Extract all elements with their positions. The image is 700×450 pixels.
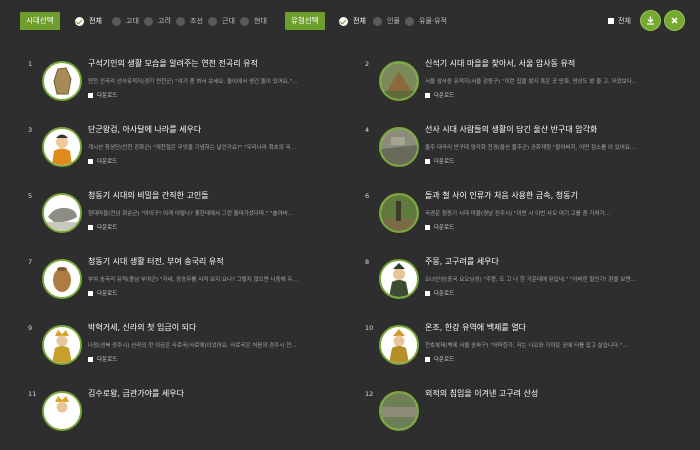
radio-icon bbox=[405, 16, 414, 26]
checkbox-icon bbox=[425, 224, 430, 230]
radio-icon bbox=[240, 16, 249, 26]
list-item[interactable]: 9 박혁거세, 신라의 첫 임금이 되다 나정(경북 경주시) 신라의 첫 이금… bbox=[28, 322, 358, 384]
download-checkbox[interactable]: 다운로드 bbox=[88, 223, 117, 231]
thumbnail-stone-tool bbox=[42, 61, 82, 101]
list-item[interactable]: 3 단군왕검, 아사달에 나라를 세우다 개시산 참성단(인천 강화군) "개천… bbox=[28, 124, 358, 186]
checkbox-icon bbox=[425, 290, 430, 296]
download-icon bbox=[647, 16, 654, 25]
era-option-joseon[interactable]: 조선 bbox=[176, 16, 203, 26]
radio-icon bbox=[208, 16, 217, 26]
thumbnail-dolmen bbox=[42, 193, 82, 233]
era-option-ancient[interactable]: 고대 bbox=[112, 16, 139, 26]
era-option-all[interactable]: 전체 bbox=[75, 16, 102, 26]
radio-icon bbox=[176, 16, 185, 26]
list-item[interactable]: 6 돌과 철 사이 인류가 처음 사용한 금속, 청동기 국경운 청동기 시대 … bbox=[365, 190, 695, 252]
select-all-checkbox[interactable]: 전체 bbox=[608, 16, 631, 26]
download-checkbox[interactable]: 다운로드 bbox=[425, 157, 454, 165]
download-checkbox[interactable]: 다운로드 bbox=[88, 355, 117, 363]
download-checkbox[interactable]: 다운로드 bbox=[425, 289, 454, 297]
radio-icon bbox=[75, 16, 84, 26]
era-option-goryeo[interactable]: 고려 bbox=[144, 16, 171, 26]
checkbox-icon bbox=[88, 356, 93, 362]
list-item[interactable]: 11 김수로왕, 금관가야를 세우다 bbox=[28, 388, 358, 450]
checkbox-icon bbox=[88, 290, 93, 296]
era-select-chip[interactable]: 시대선택 bbox=[20, 12, 60, 30]
download-checkbox[interactable]: 다운로드 bbox=[425, 91, 454, 99]
checkbox-icon bbox=[88, 158, 93, 164]
checkbox-icon bbox=[425, 158, 430, 164]
list-item[interactable]: 2 신석기 시대 마을을 찾아서, 서울 암사동 유적 서울 암사동 유적지(서… bbox=[365, 58, 695, 120]
download-checkbox[interactable]: 다운로드 bbox=[88, 157, 117, 165]
radio-icon bbox=[112, 16, 121, 26]
checkbox-icon bbox=[88, 92, 93, 98]
checkbox-icon bbox=[425, 356, 430, 362]
list-item[interactable]: 5 청동기 시대의 비밀을 간직한 고인돌 청대마을(전남 화순군) "아이구!… bbox=[28, 190, 358, 252]
close-button[interactable] bbox=[664, 10, 685, 31]
download-checkbox[interactable]: 다운로드 bbox=[425, 223, 454, 231]
download-checkbox[interactable]: 다운로드 bbox=[88, 289, 117, 297]
list-item[interactable]: 7 청동기 시대 생활 터전, 부여 송국리 유적 부여 송국리 유적(충남 부… bbox=[28, 256, 358, 318]
thumbnail-king-silla bbox=[42, 325, 82, 365]
download-checkbox[interactable]: 다운로드 bbox=[88, 91, 117, 99]
list-item[interactable]: 1 구석기인의 생활 모습을 알려주는 연천 전곡리 유적 연천 전곡리 선사유… bbox=[28, 58, 358, 120]
type-option-all[interactable]: 전체 bbox=[339, 16, 366, 26]
type-option-relic[interactable]: 유물·유적 bbox=[405, 16, 447, 26]
download-checkbox[interactable]: 다운로드 bbox=[425, 355, 454, 363]
checkbox-icon bbox=[88, 224, 93, 230]
radio-icon bbox=[373, 16, 382, 26]
type-option-person[interactable]: 인물 bbox=[373, 16, 400, 26]
type-select-chip[interactable]: 유형선택 bbox=[285, 12, 325, 30]
era-option-contemporary[interactable]: 현대 bbox=[240, 16, 267, 26]
checkbox-icon bbox=[608, 18, 614, 24]
close-icon bbox=[671, 17, 678, 24]
thumbnail-onjo bbox=[379, 325, 419, 365]
download-button[interactable] bbox=[640, 10, 661, 31]
list-item[interactable]: 8 주몽, 고구려를 세우다 오녀산성(중국 요오닝성) "주몽, 도 고 나 … bbox=[365, 256, 695, 318]
thumbnail-petroglyph bbox=[379, 127, 419, 167]
thumbnail-kim-suro bbox=[42, 391, 82, 431]
list-item[interactable]: 10 온조, 한강 유역에 백제를 열다 천호복제(백제 서울 송파구) "어떠… bbox=[365, 322, 695, 384]
thumbnail-pottery bbox=[42, 259, 82, 299]
list-item[interactable]: 12 외적의 침입을 이겨낸 고구려 산성 bbox=[365, 388, 695, 450]
thumbnail-hut bbox=[379, 61, 419, 101]
radio-icon bbox=[144, 16, 153, 26]
era-option-modern[interactable]: 근대 bbox=[208, 16, 235, 26]
radio-icon bbox=[339, 16, 348, 26]
list-item[interactable]: 4 선사 시대 사람들의 생활이 담긴 울산 반구대 암각화 울주 대곡리 반구… bbox=[365, 124, 695, 186]
thumbnail-bronze-village bbox=[379, 193, 419, 233]
filter-bar: 시대선택 전체 고대 고려 조선 근대 현대 유형선택 전체 인물 유물·유적 … bbox=[0, 0, 700, 42]
checkbox-icon bbox=[425, 92, 430, 98]
thumbnail-dangun bbox=[42, 127, 82, 167]
thumbnail-fortress bbox=[379, 391, 419, 431]
thumbnail-jumong bbox=[379, 259, 419, 299]
